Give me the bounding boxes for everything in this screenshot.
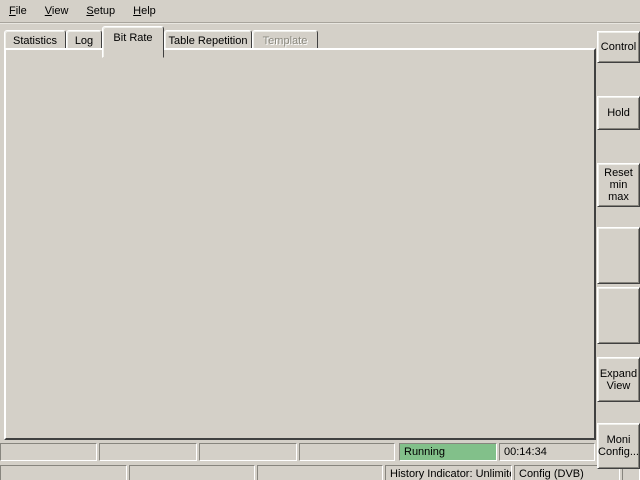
status-running: Running [399, 443, 497, 461]
statusbar-cell-1 [0, 465, 127, 480]
status-cell-2 [99, 443, 197, 461]
moni-config-button[interactable]: Moni Config... [597, 423, 640, 469]
status-cell-1 [0, 443, 97, 461]
menu-bar: FileViewSetupHelp [0, 0, 640, 22]
tab-strip: StatisticsLogBit RateTable RepetitionTem… [4, 26, 594, 50]
menu-file[interactable]: File [0, 3, 36, 19]
status-cell-3 [199, 443, 297, 461]
statusbar-cell-3 [257, 465, 383, 480]
reset-minmax-button[interactable]: Reset min max [597, 163, 640, 207]
bitrate-panel [4, 48, 596, 440]
blank-button-1[interactable] [597, 227, 640, 284]
expand-view-button[interactable]: Expand View [597, 357, 640, 402]
blank-button-2[interactable] [597, 287, 640, 344]
menu-view[interactable]: View [36, 3, 78, 19]
menu-setup[interactable]: Setup [77, 3, 124, 19]
app-window: FileViewSetupHelp StatisticsLogBit RateT… [0, 0, 640, 480]
status-cell-4 [299, 443, 395, 461]
menu-help[interactable]: Help [124, 3, 165, 19]
control-button[interactable]: Control [597, 31, 640, 63]
status-elapsed-time: 00:14:34 [499, 443, 595, 461]
status-history-indicator: History Indicator: Unlimited [385, 465, 512, 480]
statusbar-cell-2 [129, 465, 255, 480]
tab-bit-rate[interactable]: Bit Rate [102, 26, 164, 58]
hold-button[interactable]: Hold [597, 96, 640, 130]
